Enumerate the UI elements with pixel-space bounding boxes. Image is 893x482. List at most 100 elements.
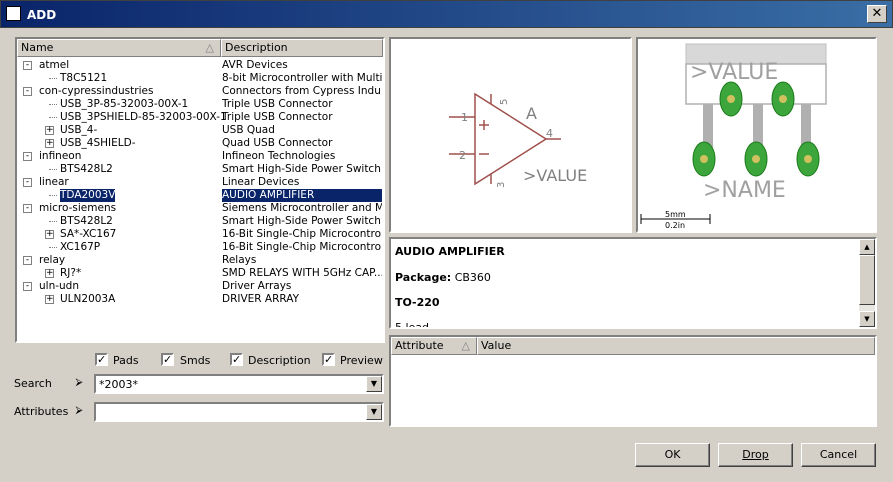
attributes-label: Attributes [14, 405, 69, 418]
tree-row[interactable]: + RJ?* SMD RELAYS WITH 5GHz CAP... [17, 267, 383, 280]
expand-icon[interactable]: + [45, 230, 54, 239]
app-icon [6, 6, 21, 21]
tree-row[interactable]: + USB_4- USB Quad [17, 124, 383, 137]
attribute-table[interactable]: Attribute △ Value [389, 335, 877, 427]
tree-row-name: BTS428L2 [60, 163, 113, 175]
tree-row-description: AUDIO AMPLIFIER [222, 189, 382, 202]
preview-label: Preview [340, 354, 383, 367]
package-preview: >VALUE >NAME 5mm 0.2in [636, 37, 877, 233]
search-input[interactable]: *2003* ▼ [94, 374, 384, 394]
package-name: >NAME [703, 178, 786, 203]
package-drawing: >VALUE >NAME 5mm 0.2in [640, 43, 827, 230]
tree-row-name: USB_4- [60, 124, 98, 136]
tree-row-description: Infineon Technologies [222, 150, 336, 162]
attributes-arrow-icon[interactable]: ⮚ [72, 405, 86, 417]
description-scrollbar[interactable]: ▲ ▼ [859, 239, 875, 327]
description-panel: AUDIO AMPLIFIER Package: CB360 TO-220 5 … [389, 237, 877, 329]
tree-connector [49, 104, 57, 105]
expand-icon[interactable]: + [45, 269, 54, 278]
tree-row-description: SMD RELAYS WITH 5GHz CAP... [222, 267, 382, 279]
column-header-description[interactable]: Description [221, 39, 383, 57]
tree-row[interactable]: USB_3P-85-32003-00X-1 Triple USB Connecto… [17, 98, 383, 111]
tree-row-description: Relays [222, 254, 257, 266]
tree-row-name: relay [39, 254, 66, 266]
tree-row-name: atmel [39, 59, 70, 71]
collapse-icon[interactable]: - [23, 152, 32, 161]
pads-checkbox[interactable]: ✓ [95, 353, 108, 366]
attributes-dropdown-icon[interactable]: ▼ [366, 404, 382, 420]
tree-connector [49, 247, 57, 248]
tree-connector [49, 117, 57, 118]
collapse-icon[interactable]: - [23, 87, 32, 96]
tree-row[interactable]: - atmel AVR Devices [17, 59, 383, 72]
expand-icon[interactable]: + [45, 126, 54, 135]
tree-row-name: infineon [39, 150, 82, 162]
tree-row-name: T8C5121 [60, 72, 108, 84]
tree-row-name: BTS428L2 [60, 215, 113, 227]
tree-row[interactable]: + ULN2003A DRIVER ARRAY [17, 293, 383, 306]
drop-button[interactable]: Drop [718, 443, 793, 467]
tree-row-description: Quad USB Connector [222, 137, 333, 149]
tree-row[interactable]: USB_3PSHIELD-85-32003-00X-1 Triple USB Co… [17, 111, 383, 124]
search-label: Search [14, 377, 52, 390]
close-button[interactable]: ✕ [867, 5, 887, 23]
tree-row[interactable]: T8C5121 8-bit Microcontroller with Multi.… [17, 72, 383, 85]
attributes-input[interactable]: ▼ [94, 402, 384, 422]
description-checkbox[interactable]: ✓ [230, 353, 243, 366]
tree-row[interactable]: - infineon Infineon Technologies [17, 150, 383, 163]
tree-row[interactable]: - micro-siemens Siemens Microcontroller an… [17, 202, 383, 215]
tree-row-description: 16-Bit Single-Chip Microcontroller [222, 228, 382, 240]
tree-row[interactable]: TDA2003V AUDIO AMPLIFIER [17, 189, 383, 202]
library-tree[interactable]: Name △ Description - atmel AVR Devices T8C51… [15, 37, 385, 343]
pin4-label: 4 [546, 127, 553, 140]
attr-col-label: Attribute [395, 339, 444, 352]
attr-column-header[interactable]: Attribute △ [391, 337, 477, 355]
tree-row[interactable]: - uln-udn Driver Arrays [17, 280, 383, 293]
tree-row[interactable]: BTS428L2 Smart High-Side Power Switch [17, 163, 383, 176]
tree-row-description: AVR Devices [222, 59, 288, 71]
smds-checkbox[interactable]: ✓ [161, 353, 174, 366]
attr-sort-icon: △ [461, 339, 470, 352]
expand-icon[interactable]: + [45, 295, 54, 304]
tree-row-description: Linear Devices [222, 176, 300, 188]
tree-row[interactable]: XC167P 16-Bit Single-Chip Microcontrol... [17, 241, 383, 254]
collapse-icon[interactable]: - [23, 178, 32, 187]
symbol-value: >VALUE [523, 166, 587, 185]
pin5-label: 5 [499, 99, 510, 105]
pads-label: Pads [113, 354, 139, 367]
preview-checkbox[interactable]: ✓ [322, 353, 335, 366]
title-bar: ADD ✕ [0, 0, 893, 28]
tree-row[interactable]: - linear Linear Devices [17, 176, 383, 189]
search-dropdown-icon[interactable]: ▼ [366, 376, 382, 392]
tree-row[interactable]: - con-cypressindustries Connectors from Cy… [17, 85, 383, 98]
tree-row-name: ULN2003A [60, 293, 116, 305]
tree-row-description: 16-Bit Single-Chip Microcontrol... [222, 241, 382, 253]
tree-row[interactable]: - relay Relays [17, 254, 383, 267]
tree-connector [49, 221, 57, 222]
scroll-down-icon[interactable]: ▼ [859, 311, 875, 327]
window-title: ADD [27, 8, 57, 22]
collapse-icon[interactable]: - [23, 61, 32, 70]
collapse-icon[interactable]: - [23, 256, 32, 265]
value-column-header[interactable]: Value [477, 337, 875, 355]
collapse-icon[interactable]: - [23, 204, 32, 213]
cancel-button[interactable]: Cancel [801, 443, 876, 467]
column-header-name[interactable]: Name △ [17, 39, 221, 57]
tree-row-name: SA*-XC167 [60, 228, 117, 240]
tree-row-description: USB Quad [222, 124, 275, 136]
tree-connector [49, 195, 57, 196]
expand-icon[interactable]: + [45, 139, 54, 148]
collapse-icon[interactable]: - [23, 282, 32, 291]
symbol-drawing: 1 2 4 A >VALUE 5 3 [449, 92, 587, 188]
tree-row-name: RJ?* [60, 267, 82, 279]
scroll-thumb[interactable] [859, 255, 875, 305]
scroll-up-icon[interactable]: ▲ [859, 239, 875, 255]
search-arrow-icon[interactable]: ⮚ [72, 377, 86, 389]
tree-row-description: Driver Arrays [222, 280, 292, 292]
ok-button[interactable]: OK [635, 443, 710, 467]
tree-row-description: Smart High-Side Power Switch [222, 163, 381, 175]
tree-row[interactable]: BTS428L2 Smart High-Side Power Switch [17, 215, 383, 228]
scale-mm: 5mm [665, 210, 686, 219]
tree-row[interactable]: + USB_4SHIELD- Quad USB Connector [17, 137, 383, 150]
tree-row[interactable]: + SA*-XC167 16-Bit Single-Chip Microcontro… [17, 228, 383, 241]
